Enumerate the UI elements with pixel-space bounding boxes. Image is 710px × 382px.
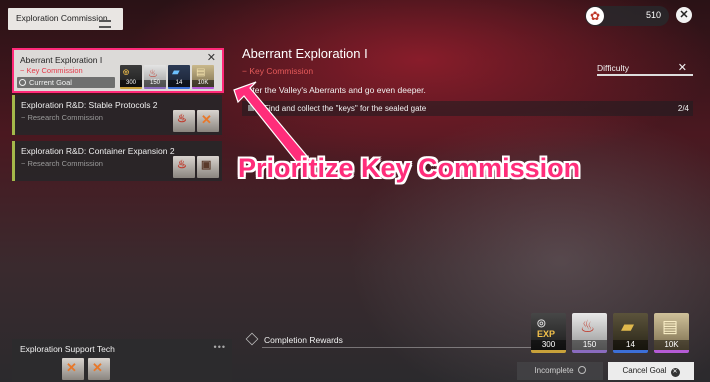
cancel-goal-button[interactable]: Cancel Goal ✕	[608, 362, 694, 380]
support-tech-panel: Exploration Support Tech ••• ✕ ✕	[12, 339, 232, 382]
exp-icon[interactable]: ◎ EXP 300	[531, 313, 566, 353]
annotation-label: Prioritize Key Commission	[238, 153, 581, 183]
meat-icon[interactable]: ♨ 150	[572, 313, 607, 353]
crossed-tools-icon[interactable]: ✕	[88, 358, 110, 380]
completion-rewards-label: Completion Rewards	[264, 335, 343, 345]
close-circle-icon: ✕	[670, 368, 680, 377]
support-tech-title: Exploration Support Tech	[20, 344, 115, 354]
more-icon[interactable]: •••	[214, 342, 226, 352]
incomplete-button[interactable]: Incomplete	[517, 362, 603, 380]
divider	[262, 347, 532, 348]
crossed-tools-icon[interactable]: ✕	[62, 358, 84, 380]
ticket-icon[interactable]: ▤ 10K	[654, 313, 689, 353]
clock-icon	[577, 366, 586, 374]
card-icon[interactable]: ▰ 14	[613, 313, 648, 353]
